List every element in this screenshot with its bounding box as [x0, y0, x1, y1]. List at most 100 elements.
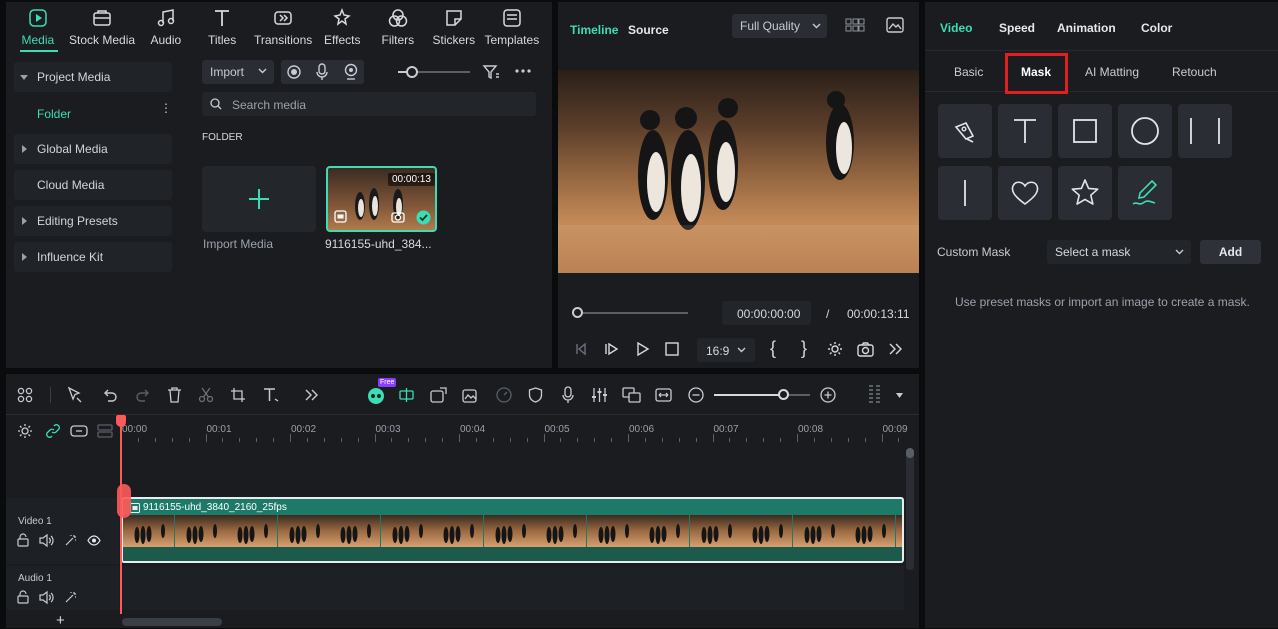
tab-templates[interactable]: Templates [485, 33, 540, 47]
webcam-icon[interactable] [344, 63, 358, 81]
scissors-icon[interactable] [198, 387, 214, 403]
grid-view-icon[interactable] [845, 18, 865, 33]
transitions-icon[interactable] [273, 8, 293, 28]
double-chevron-right-icon[interactable] [889, 343, 902, 355]
speed-icon[interactable] [496, 387, 512, 403]
voiceover-icon[interactable] [561, 386, 575, 404]
snapshot-icon[interactable] [857, 342, 874, 357]
stickers-icon[interactable] [444, 8, 464, 28]
text-mask-button[interactable] [998, 104, 1052, 158]
filter-icon[interactable] [482, 63, 500, 81]
double-line-mask-button[interactable] [1178, 104, 1232, 158]
mark-out-button[interactable]: } [801, 338, 807, 359]
thumbnail-size-slider[interactable] [398, 64, 470, 80]
search-media-field[interactable]: Search media [202, 92, 536, 116]
vertical-scrollbar[interactable] [906, 448, 914, 570]
stop-icon[interactable] [665, 342, 679, 356]
rectangle-mask-button[interactable] [1058, 104, 1112, 158]
import-dropdown[interactable]: Import [202, 60, 274, 84]
select-mask-dropdown[interactable]: Select a mask [1047, 240, 1191, 264]
zoom-slider[interactable] [714, 389, 810, 401]
titles-icon[interactable] [212, 8, 232, 28]
tab-color[interactable]: Color [1141, 21, 1172, 35]
playhead-handle[interactable] [116, 415, 126, 427]
single-line-mask-button[interactable] [938, 166, 992, 220]
scroll-thumb[interactable] [906, 448, 914, 458]
layout-icon[interactable] [17, 387, 33, 403]
microphone-icon[interactable] [315, 63, 329, 81]
audio-icon[interactable] [156, 8, 176, 28]
sidebar-folder[interactable]: Folder ⋮ [14, 98, 172, 128]
star-mask-button[interactable] [1058, 166, 1112, 220]
tab-timeline[interactable]: Timeline [570, 23, 618, 37]
zoom-out-icon[interactable] [688, 387, 704, 403]
more-vertical-icon[interactable]: ⋮ [160, 102, 172, 114]
track-layout-icon[interactable] [867, 384, 885, 406]
effects-icon[interactable] [332, 7, 352, 28]
more-horizontal-icon[interactable] [514, 68, 532, 74]
clip-thumbnail[interactable]: 00:00:13 [326, 166, 437, 232]
play-icon[interactable] [636, 341, 650, 357]
tab-effects[interactable]: Effects [324, 33, 360, 47]
tab-titles[interactable]: Titles [208, 33, 236, 47]
eye-icon[interactable] [87, 535, 101, 546]
track-group-icon[interactable] [70, 424, 88, 438]
sidebar-editing-presets[interactable]: Editing Presets [14, 206, 172, 236]
filters-icon[interactable] [388, 8, 408, 28]
redo-icon[interactable] [135, 387, 151, 403]
link-icon[interactable] [45, 423, 61, 439]
clip-tool-icon[interactable] [430, 387, 447, 403]
quality-dropdown[interactable]: Full Quality [732, 14, 827, 38]
add-track-button[interactable]: + [56, 612, 65, 629]
zoom-thumb[interactable] [778, 389, 790, 400]
add-mask-button[interactable]: Add [1200, 240, 1261, 264]
shield-icon[interactable] [528, 387, 543, 403]
image-edit-icon[interactable] [462, 387, 479, 403]
current-time-box[interactable]: 00:00:00:00 [722, 301, 811, 325]
sidebar-global-media[interactable]: Global Media [14, 134, 172, 164]
previous-frame-icon[interactable] [574, 342, 588, 356]
crop-icon[interactable] [230, 387, 246, 403]
track-settings-icon[interactable] [17, 423, 33, 439]
split-icon[interactable] [398, 387, 415, 403]
audio-mixer-icon[interactable] [591, 387, 608, 403]
tab-source[interactable]: Source [628, 23, 669, 37]
heart-mask-button[interactable] [998, 166, 1052, 220]
magic-wand-icon[interactable] [64, 534, 77, 547]
templates-icon[interactable] [502, 8, 522, 28]
tab-stock-media[interactable]: Stock Media [69, 33, 135, 47]
speaker-icon[interactable] [39, 533, 54, 548]
tab-media[interactable]: Media [22, 33, 55, 47]
zoom-in-icon[interactable] [820, 387, 836, 403]
pen-mask-button[interactable] [938, 104, 992, 158]
subtab-basic[interactable]: Basic [954, 65, 983, 79]
image-icon[interactable] [886, 17, 904, 33]
preview-scrub-bar[interactable] [572, 307, 690, 319]
tab-stickers[interactable]: Stickers [433, 33, 476, 47]
text-tool-icon[interactable] [262, 386, 280, 404]
tab-audio[interactable]: Audio [151, 33, 182, 47]
more-tools-icon[interactable] [305, 389, 318, 401]
subtab-retouch[interactable]: Retouch [1172, 65, 1217, 79]
settings-icon[interactable] [827, 341, 844, 358]
video-preview[interactable] [558, 70, 919, 273]
tab-filters[interactable]: Filters [382, 33, 415, 47]
record-screen-icon[interactable] [286, 64, 302, 80]
sidebar-cloud-media[interactable]: Cloud Media [14, 170, 172, 200]
lock-icon[interactable] [17, 533, 29, 547]
tab-speed[interactable]: Speed [999, 21, 1035, 35]
import-media-tile[interactable] [202, 166, 316, 232]
slider-thumb[interactable] [406, 66, 418, 78]
magic-wand-icon[interactable] [64, 591, 77, 604]
clip-trim-handle[interactable] [117, 484, 131, 518]
multicam-icon[interactable] [622, 387, 641, 403]
lock-icon[interactable] [17, 590, 29, 604]
audio-lane[interactable] [121, 566, 904, 610]
aspect-ratio-dropdown[interactable]: 16:9 [697, 338, 755, 362]
tab-animation[interactable]: Animation [1057, 21, 1116, 35]
circle-mask-button[interactable] [1118, 104, 1172, 158]
delete-icon[interactable] [167, 387, 182, 403]
ai-robot-icon[interactable] [366, 386, 386, 404]
brush-mask-button[interactable] [1118, 166, 1172, 220]
subtab-ai-matting[interactable]: AI Matting [1085, 65, 1139, 79]
